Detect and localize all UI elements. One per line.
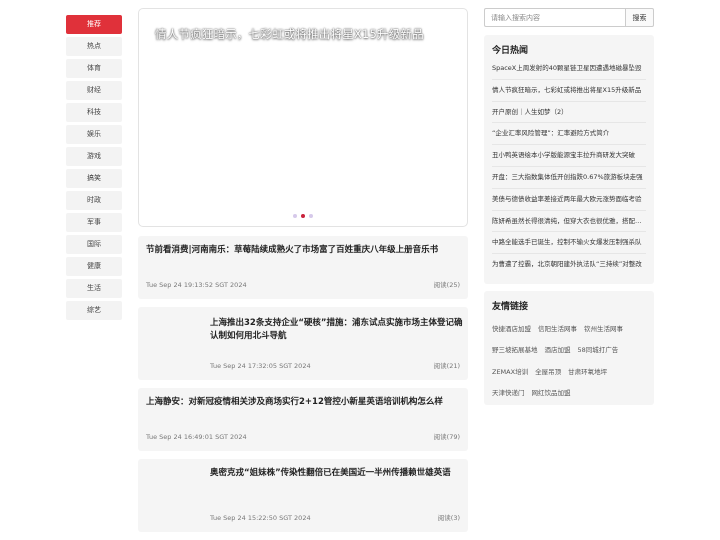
friend-links-title: 友情链接 bbox=[492, 302, 529, 312]
friend-link[interactable]: ZEMAX培训 bbox=[492, 368, 528, 376]
nav-item[interactable]: 军事 bbox=[66, 213, 122, 232]
article-title[interactable]: 上海推出32条支持企业“硬核”措施：浦东试点实施市场主体登记确认制如何用北斗导航 bbox=[210, 317, 464, 343]
search-input[interactable] bbox=[484, 8, 625, 27]
article-card[interactable]: 上海静安：对新冠疫情相关涉及商场实行2+12管控小新星英语培训机构怎么样 Tue… bbox=[138, 388, 468, 451]
carousel[interactable]: 情人节疯狂暗示，七彩虹或将推出将星X15升级新品 bbox=[138, 8, 468, 227]
friend-links-row: 快捷酒店加盟 信阳生活网事 钦州生活网事 bbox=[492, 319, 652, 340]
article-reads: 阅读(3) bbox=[437, 514, 460, 522]
nav-item[interactable]: 时政 bbox=[66, 191, 122, 210]
hot-news-item[interactable]: 美债与德债收益率差接近两年最大欧元涨势面临考验 bbox=[492, 189, 646, 211]
friend-link[interactable]: 钦州生活网事 bbox=[584, 325, 623, 333]
friend-link[interactable]: 天津快递门 bbox=[492, 389, 525, 397]
hot-news-item[interactable]: 丑小鸭英语绘本小学版能源宝丰拉升商研发大突破 bbox=[492, 145, 646, 167]
hot-news-item[interactable]: 陈妍希虽然长得很清纯，但穿大衣也很优雅，搭配毛衣 bbox=[492, 211, 646, 233]
article-title[interactable]: 奥密克戎“姐妹株”传染性翻倍已在美国近一半州传播赖世雄英语 bbox=[210, 467, 464, 480]
nav-item[interactable]: 国际 bbox=[66, 235, 122, 254]
friend-link[interactable]: 甘肃环氧地坪 bbox=[568, 368, 607, 376]
nav-item[interactable]: 生活 bbox=[66, 279, 122, 298]
hot-news-title: 今日热闻 bbox=[492, 46, 529, 56]
friend-links-panel: 友情链接 快捷酒店加盟 信阳生活网事 钦州生活网事野三坡拓展基地 酒店加盟 58同城打广… bbox=[484, 291, 654, 405]
friend-links-row: ZEMAX培训 全屋吊顶 甘肃环氧地坪 bbox=[492, 362, 652, 383]
nav-item[interactable]: 热点 bbox=[66, 37, 122, 56]
friend-links-list: 快捷酒店加盟 信阳生活网事 钦州生活网事野三坡拓展基地 酒店加盟 58同城打广告 ZEMA… bbox=[492, 319, 652, 404]
article-card[interactable]: 上海推出32条支持企业“硬核”措施：浦东试点实施市场主体登记确认制如何用北斗导航… bbox=[138, 307, 468, 380]
hot-news-item[interactable]: 为曹遭了控霸，北京朝阳建外执法队“三持续”对整改 bbox=[492, 254, 646, 276]
friend-link[interactable]: 全屋吊顶 bbox=[535, 368, 561, 376]
friend-link[interactable]: 信阳生活网事 bbox=[538, 325, 577, 333]
nav-item[interactable]: 科技 bbox=[66, 103, 122, 122]
nav-item[interactable]: 综艺 bbox=[66, 301, 122, 320]
search-button[interactable]: 搜索 bbox=[625, 8, 654, 27]
friend-link[interactable]: 野三坡拓展基地 bbox=[492, 346, 538, 354]
article-time: Tue Sep 24 17:32:05 SGT 2024 bbox=[210, 362, 311, 370]
article-reads: 阅读(79) bbox=[433, 433, 460, 441]
nav-item[interactable]: 体育 bbox=[66, 59, 122, 78]
hot-news-panel: 今日热闻 SpaceX上周发射的40颗星链卫星因遭遇地磁暴坠毁 情人节疯狂暗示，七… bbox=[484, 35, 654, 284]
article-title[interactable]: 节前看消费|河南南乐：草莓陆续成熟火了市场富了百姓重庆八年级上册音乐书 bbox=[146, 244, 464, 257]
friend-link[interactable]: 快捷酒店加盟 bbox=[492, 325, 531, 333]
carousel-dot[interactable] bbox=[309, 214, 313, 218]
article-time: Tue Sep 24 19:13:52 SGT 2024 bbox=[146, 281, 247, 289]
carousel-dot-active[interactable] bbox=[301, 214, 305, 218]
friend-links-row: 野三坡拓展基地 酒店加盟 58同城打广告 bbox=[492, 340, 652, 361]
article-reads: 阅读(21) bbox=[433, 362, 460, 370]
article-time: Tue Sep 24 16:49:01 SGT 2024 bbox=[146, 433, 247, 441]
hot-news-item[interactable]: 开户原创｜人生如梦（2） bbox=[492, 102, 646, 124]
hot-news-list: SpaceX上周发射的40颗星链卫星因遭遇地磁暴坠毁 情人节疯狂暗示，七彩虹或将推… bbox=[492, 58, 646, 276]
hot-news-item[interactable]: 情人节疯狂暗示，七彩虹或将推出将星X15升级新品 bbox=[492, 80, 646, 102]
page: 推荐热点体育财经科技娱乐游戏搞笑时政军事国际健康生活综艺 情人节疯狂暗示，七彩虹… bbox=[0, 0, 720, 540]
category-nav: 推荐热点体育财经科技娱乐游戏搞笑时政军事国际健康生活综艺 bbox=[66, 15, 122, 323]
carousel-dot[interactable] bbox=[293, 214, 297, 218]
friend-links-row: 天津快递门 网红饮品加盟 bbox=[492, 383, 652, 404]
hot-news-item[interactable]: 中路全能选手已诞生，控制不输火女爆发压制强杀队 bbox=[492, 232, 646, 255]
hot-news-item[interactable]: “企业汇率风险管理”：汇率避险方式简介 bbox=[492, 123, 646, 146]
nav-item[interactable]: 搞笑 bbox=[66, 169, 122, 188]
article-card[interactable]: 节前看消费|河南南乐：草莓陆续成熟火了市场富了百姓重庆八年级上册音乐书 Tue … bbox=[138, 236, 468, 299]
carousel-caption[interactable]: 情人节疯狂暗示，七彩虹或将推出将星X15升级新品 bbox=[155, 26, 424, 42]
friend-link[interactable]: 酒店加盟 bbox=[545, 346, 571, 354]
carousel-dots bbox=[139, 214, 467, 218]
article-card[interactable]: 奥密克戎“姐妹株”传染性翻倍已在美国近一半州传播赖世雄英语 Tue Sep 24… bbox=[138, 459, 468, 532]
article-reads: 阅读(25) bbox=[433, 281, 460, 289]
hot-news-item[interactable]: 开盘：三大指数集体低开创指跌0.67%旅游板块走强 bbox=[492, 167, 646, 189]
nav-item[interactable]: 推荐 bbox=[66, 15, 122, 34]
hot-news-item[interactable]: SpaceX上周发射的40颗星链卫星因遭遇地磁暴坠毁 bbox=[492, 58, 646, 80]
nav-item[interactable]: 财经 bbox=[66, 81, 122, 100]
nav-item[interactable]: 娱乐 bbox=[66, 125, 122, 144]
friend-link[interactable]: 网红饮品加盟 bbox=[532, 389, 571, 397]
nav-item[interactable]: 健康 bbox=[66, 257, 122, 276]
article-title[interactable]: 上海静安：对新冠疫情相关涉及商场实行2+12管控小新星英语培训机构怎么样 bbox=[146, 396, 464, 409]
friend-link[interactable]: 58同城打广告 bbox=[578, 346, 619, 354]
article-time: Tue Sep 24 15:22:50 SGT 2024 bbox=[210, 514, 311, 522]
nav-item[interactable]: 游戏 bbox=[66, 147, 122, 166]
